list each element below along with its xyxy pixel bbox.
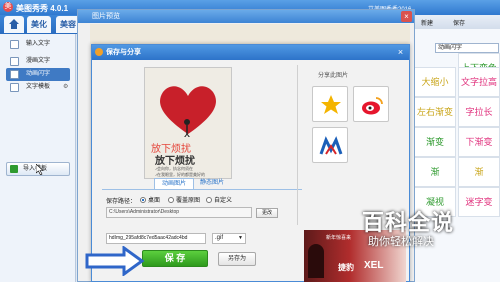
change-path-button[interactable]: 更改 — [256, 208, 278, 218]
dialog-logo-icon — [95, 48, 103, 56]
radio-label: 自定义 — [214, 198, 233, 204]
animation-icon — [10, 70, 19, 79]
sidebar-item-label: 漫画文字 — [26, 58, 51, 64]
import-icon — [10, 165, 18, 173]
tab-animated-image[interactable]: 动画图片 — [154, 178, 194, 189]
heart-illustration — [160, 86, 216, 137]
sidebar-item-text-template[interactable]: 文字模板 ⚙ — [6, 81, 70, 94]
template-cell[interactable]: 渐 — [458, 157, 500, 187]
radio-dot — [168, 197, 174, 204]
app-title: 美图秀秀 4.0.1 — [16, 4, 69, 13]
ad-text: 新年惊喜来 — [326, 235, 352, 241]
template-cell[interactable]: 文字拉高 — [458, 67, 500, 97]
app-logo: 美 — [3, 2, 13, 12]
template-category-select[interactable]: 动画闪字 — [435, 43, 499, 53]
share-label: 分享此图片 — [318, 73, 349, 79]
qzone-star-icon — [321, 95, 341, 114]
radio-custom[interactable]: 自定义 — [206, 195, 232, 204]
template-icon — [10, 83, 19, 92]
format-value: .gif — [215, 235, 224, 241]
ad-brand: 捷豹 — [338, 263, 354, 272]
dialog-title: 保存与分享 — [92, 45, 409, 60]
save-as-button[interactable]: 另存为 — [218, 252, 256, 266]
image-preview: 放下烦扰 放下烦扰 ♪会向你，执念何须在 ♪在我眼里，好的都是美好的 — [144, 67, 232, 179]
preview-close-button[interactable]: × — [401, 11, 412, 22]
template-cell[interactable]: 字拉长 — [458, 97, 500, 127]
radio-desktop[interactable]: 桌面 — [140, 195, 160, 204]
sidebar-item-animated-text[interactable]: 动画闪字 — [6, 68, 70, 81]
filename-input[interactable]: hdImg_295afd8c7ed5aac42adc4bd — [106, 233, 206, 244]
template-toolbar: 新建 保存 — [413, 15, 500, 29]
home-tab[interactable] — [4, 16, 24, 33]
radio-label: 桌面 — [148, 198, 161, 204]
sidebar-item-comic-text[interactable]: 漫画文字 — [6, 55, 70, 68]
home-icon — [9, 19, 19, 29]
chevron-down-icon: ▼ — [238, 235, 243, 241]
share-weibo-button[interactable] — [353, 86, 389, 122]
sidebar: 输入文字 漫画文字 动画闪字 文字模板 ⚙ 导入模板 — [0, 34, 76, 282]
mouse-cursor-icon — [36, 164, 44, 175]
preview-title: 图片预览 — [78, 10, 414, 23]
dialog-close-button[interactable]: × — [395, 47, 406, 58]
sidebar-item-label: 动画闪字 — [26, 71, 51, 77]
tab-divider — [102, 189, 302, 190]
radio-dot — [206, 197, 212, 204]
comic-icon — [10, 57, 19, 66]
save-template-button[interactable]: 保存 — [453, 18, 465, 27]
template-cell[interactable]: 渐变 — [414, 127, 456, 157]
template-cell[interactable]: 下渐变 — [458, 127, 500, 157]
vertical-divider — [297, 65, 298, 225]
template-cell[interactable]: 大缩小 — [414, 67, 456, 97]
format-select[interactable]: .gif ▼ — [212, 233, 246, 244]
radio-label: 覆盖原图 — [176, 198, 201, 204]
sidebar-item-label: 输入文字 — [26, 41, 51, 47]
radio-dot — [140, 197, 146, 204]
ad-figure — [308, 244, 324, 278]
sidebar-item-label: 文字模板 — [26, 84, 51, 90]
renren-icon — [319, 136, 343, 155]
text-icon — [10, 40, 19, 49]
tab-beautify[interactable]: 美化 — [27, 16, 51, 33]
gear-icon[interactable]: ⚙ — [63, 81, 68, 94]
new-button[interactable]: 新建 — [421, 18, 433, 27]
save-button[interactable]: 保 存 — [142, 250, 208, 267]
template-cell[interactable]: 左右渐变 — [414, 97, 456, 127]
watermark-subtitle: 助你轻松解决 — [368, 236, 434, 248]
radio-overwrite[interactable]: 覆盖原图 — [168, 195, 200, 204]
image-caption-black: 放下烦扰 — [155, 156, 195, 167]
annotation-arrow-icon — [85, 246, 145, 276]
save-path-label: 保存路径： — [106, 199, 137, 205]
share-renren-button[interactable] — [312, 127, 348, 163]
tab-static-image[interactable]: 静态图片 — [194, 178, 230, 189]
ad-logo: XEL — [364, 260, 384, 271]
weibo-icon — [362, 97, 383, 115]
save-path-input[interactable]: C:\Users\Administrator\Desktop — [106, 207, 252, 218]
share-qzone-button[interactable] — [312, 86, 348, 122]
sidebar-item-input-text[interactable]: 输入文字 — [6, 38, 70, 51]
template-cell[interactable]: 渐 — [414, 157, 456, 187]
